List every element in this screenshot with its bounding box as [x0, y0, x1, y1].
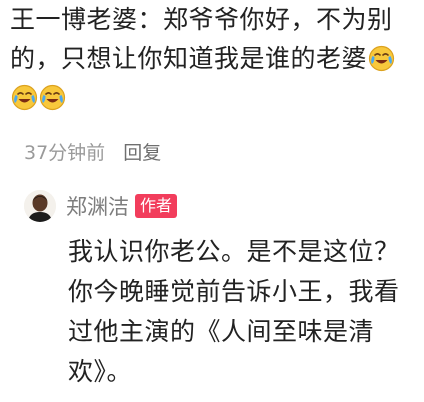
comment-meta: 37分钟前 回复: [24, 138, 161, 165]
reply-author-name[interactable]: 郑渊洁: [66, 191, 129, 221]
avatar[interactable]: [24, 190, 56, 222]
parent-comment: 王一博老婆：郑爷爷你好，不为别的，只想让你知道我是谁的老婆: [10, 0, 420, 117]
author-badge: 作者: [135, 194, 178, 218]
reply-button[interactable]: 回复: [123, 138, 161, 165]
laughing-crying-emoji-icon: [368, 44, 395, 72]
comment-text-block: 王一博老婆：郑爷爷你好，不为别的，只想让你知道我是谁的老婆: [10, 0, 420, 117]
reply-text: 我认识你老公。是不是这位？你今晚睡觉前告诉小王，我看过他主演的《人间至味是清欢》…: [68, 237, 400, 386]
author-reply: 郑渊洁 作者 我认识你老公。是不是这位？你今晚睡觉前告诉小王，我看过他主演的《人…: [24, 188, 420, 386]
comment-text: 王一博老婆：郑爷爷你好，不为别的，只想让你知道我是谁的老婆: [10, 5, 393, 73]
reply-author-row: 郑渊洁 作者: [24, 188, 420, 224]
laughing-crying-emoji-icon: [11, 83, 38, 111]
comment-time: 37分钟前: [24, 142, 106, 164]
laughing-crying-emoji-icon: [39, 83, 66, 111]
